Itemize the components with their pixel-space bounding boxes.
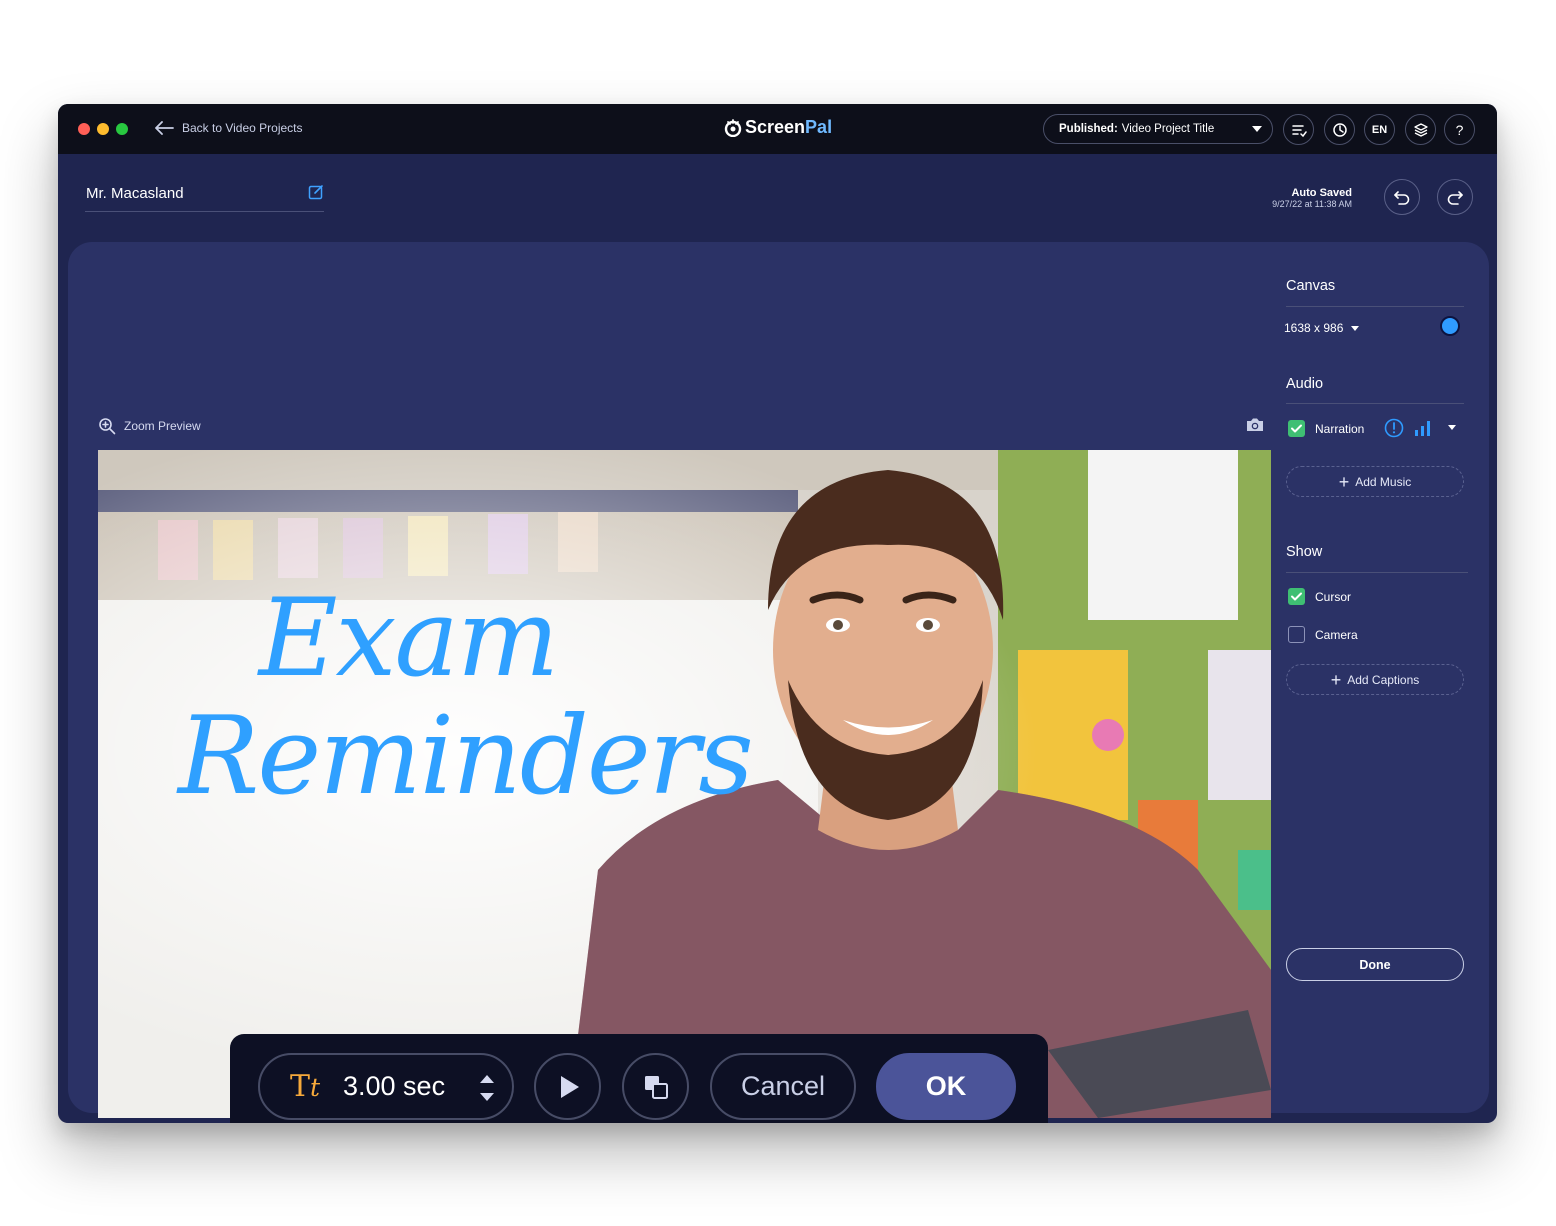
- zoom-preview-button[interactable]: Zoom Preview: [98, 417, 201, 435]
- project-name[interactable]: Mr. Macasland: [86, 185, 184, 202]
- autosave-time: 9/27/22 at 11:38 AM: [1272, 199, 1352, 209]
- history-button[interactable]: [1324, 114, 1355, 145]
- project-status: Published:: [1059, 123, 1118, 135]
- layers-button[interactable]: [1405, 114, 1436, 145]
- preview-play-button[interactable]: [534, 1053, 601, 1120]
- minimize-window-button[interactable]: [97, 123, 109, 135]
- language-label: EN: [1371, 123, 1388, 136]
- camera-label: Camera: [1315, 628, 1358, 642]
- help-icon: ?: [1455, 121, 1464, 138]
- logo-text-pal: Pal: [805, 117, 833, 137]
- canvas-size-dropdown[interactable]: 1638 x 986: [1284, 321, 1360, 335]
- app-logo: Screen Pal: [724, 117, 832, 138]
- app-window: Back to Video Projects Screen Pal Publish…: [58, 104, 1497, 1123]
- zoom-preview-label: Zoom Preview: [124, 419, 201, 433]
- audio-divider: [1286, 403, 1464, 404]
- project-name-underline: [85, 211, 324, 212]
- undo-icon: [1394, 191, 1410, 205]
- text-style-icon: Tt: [290, 1069, 321, 1104]
- camera-checkbox[interactable]: [1288, 626, 1305, 643]
- editor-panel: Zoom Preview Exam Reminders Canvas 1638 …: [68, 242, 1489, 1123]
- arrow-left-icon: [155, 121, 174, 135]
- layer-order-icon: [644, 1075, 668, 1099]
- chevron-down-icon: [1252, 126, 1262, 132]
- show-heading: Show: [1286, 544, 1323, 560]
- camera-snapshot-icon[interactable]: [1245, 416, 1265, 434]
- add-music-label: Add Music: [1355, 474, 1412, 489]
- canvas-color-swatch[interactable]: [1440, 316, 1460, 336]
- logo-icon: [724, 118, 742, 137]
- plus-icon: +: [1330, 669, 1342, 690]
- cursor-checkbox[interactable]: [1288, 588, 1305, 605]
- canvas-heading: Canvas: [1286, 278, 1336, 294]
- done-button[interactable]: Done: [1286, 948, 1464, 981]
- layers-icon: [1413, 122, 1428, 137]
- duration-value[interactable]: 3.00 sec: [343, 1071, 445, 1102]
- checklist-button[interactable]: [1283, 114, 1314, 145]
- redo-icon: [1447, 191, 1463, 205]
- chevron-down-icon[interactable]: [1448, 425, 1456, 430]
- video-title-overlay[interactable]: Exam Reminders: [178, 576, 754, 819]
- play-icon: [560, 1075, 579, 1098]
- language-button[interactable]: EN: [1364, 114, 1395, 145]
- undo-button[interactable]: [1384, 179, 1420, 215]
- ok-button[interactable]: OK: [876, 1053, 1016, 1120]
- add-music-button[interactable]: + Add Music: [1286, 466, 1464, 497]
- layer-order-button[interactable]: [622, 1053, 689, 1120]
- stepper-arrows-icon[interactable]: [478, 1071, 496, 1105]
- cancel-button[interactable]: Cancel: [710, 1053, 856, 1120]
- checklist-icon: [1291, 124, 1307, 137]
- show-divider: [1286, 572, 1468, 573]
- video-preview[interactable]: Exam Reminders: [98, 450, 1271, 1118]
- zoom-in-icon: [99, 418, 116, 435]
- warning-info-icon[interactable]: [1384, 418, 1404, 438]
- canvas-size-value: 1638 x 986: [1284, 321, 1344, 335]
- canvas-divider: [1286, 306, 1464, 307]
- back-link-label: Back to Video Projects: [182, 121, 303, 135]
- cursor-label: Cursor: [1315, 590, 1352, 604]
- narration-label: Narration: [1315, 422, 1365, 436]
- logo-text-screen: Screen: [745, 117, 806, 137]
- edit-icon[interactable]: [308, 184, 324, 200]
- autosave-label: Auto Saved: [1291, 187, 1352, 199]
- title-line-2: Reminders: [178, 694, 754, 819]
- back-to-projects-link[interactable]: Back to Video Projects: [154, 120, 303, 136]
- maximize-window-button[interactable]: [116, 123, 128, 135]
- redo-button[interactable]: [1437, 179, 1473, 215]
- chevron-down-icon: [1351, 325, 1360, 331]
- help-button[interactable]: ?: [1444, 114, 1475, 145]
- project-status-dropdown[interactable]: Published: Video Project Title: [1043, 114, 1273, 144]
- history-icon: [1332, 122, 1347, 137]
- audio-heading: Audio: [1286, 376, 1324, 392]
- titlebar: Back to Video Projects Screen Pal Publish…: [58, 104, 1497, 154]
- settings-sidebar: Canvas 1638 x 986 Audio Narration + Add …: [1284, 242, 1487, 1113]
- add-captions-button[interactable]: + Add Captions: [1286, 664, 1464, 695]
- autosave-status: Auto Saved 9/27/22 at 11:38 AM: [1272, 187, 1352, 209]
- audio-level-icon[interactable]: [1414, 419, 1434, 437]
- checkmark-icon: [1291, 424, 1302, 433]
- narration-checkbox[interactable]: [1288, 420, 1305, 437]
- title-line-1: Exam: [258, 576, 560, 701]
- duration-control[interactable]: Tt 3.00 sec: [258, 1053, 514, 1120]
- add-captions-label: Add Captions: [1347, 672, 1420, 687]
- plus-icon: +: [1338, 471, 1350, 492]
- project-title: Video Project Title: [1121, 123, 1215, 135]
- checkmark-icon: [1291, 592, 1302, 601]
- text-duration-popup: Tt 3.00 sec Cancel OK: [230, 1034, 1048, 1123]
- close-window-button[interactable]: [78, 123, 90, 135]
